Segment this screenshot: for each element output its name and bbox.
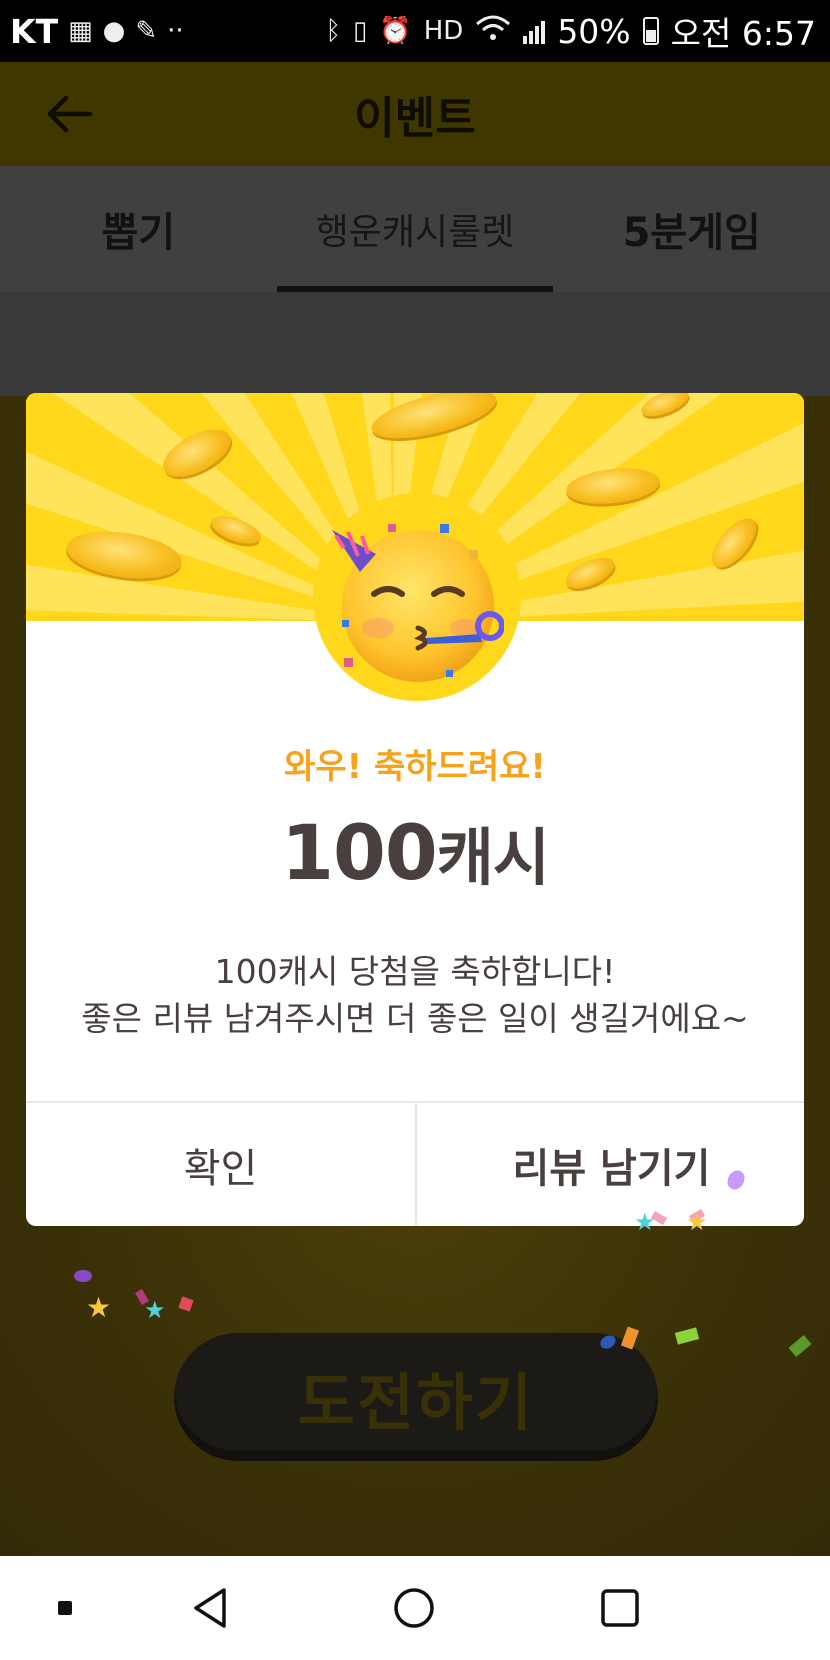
message-line: 100캐시 당첨을 축하합니다! bbox=[214, 952, 616, 991]
status-bar: KT ▦ ● ✎ ·· ᛒ ▯ ⏰ HD 50% 오전 6:57 bbox=[0, 0, 830, 62]
congrats-heading: 와우! 축하드려요! bbox=[284, 747, 546, 787]
confirm-button[interactable]: 확인 bbox=[26, 1103, 415, 1226]
tab-draw[interactable]: 뽑기 bbox=[0, 166, 277, 292]
confetti-piece bbox=[74, 1270, 92, 1282]
app-bar: 이벤트 bbox=[0, 62, 830, 166]
signal-icon bbox=[523, 18, 546, 44]
notification-icon: ▦ bbox=[68, 16, 93, 46]
confetti-piece: ★ bbox=[144, 1296, 166, 1324]
recent-apps-small-button[interactable] bbox=[15, 1556, 115, 1660]
page-title: 이벤트 bbox=[354, 93, 476, 144]
tab-label: 행운캐시룰렛 bbox=[315, 212, 515, 253]
message-line: 좋은 리뷰 남겨주시면 더 좋은 일이 생길거에요~ bbox=[81, 999, 749, 1038]
tab-label: 5분게임 bbox=[622, 210, 761, 256]
party-face-icon bbox=[332, 524, 504, 682]
back-button[interactable] bbox=[40, 84, 100, 144]
back-nav-button[interactable] bbox=[160, 1556, 260, 1660]
carrier-label: KT bbox=[10, 11, 59, 51]
confetti-piece: ★ bbox=[86, 1291, 112, 1324]
bluetooth-icon: ᛒ bbox=[325, 16, 342, 46]
more-notifications-icon: ·· bbox=[167, 16, 184, 46]
square-recents-icon bbox=[601, 1589, 639, 1627]
tab-lucky-roulette[interactable]: 행운캐시룰렛 bbox=[276, 166, 554, 292]
recents-nav-button[interactable] bbox=[570, 1556, 670, 1660]
vibrate-icon: ▯ bbox=[353, 16, 368, 46]
home-nav-button[interactable] bbox=[364, 1556, 464, 1660]
confetti-piece: ★ bbox=[686, 1208, 708, 1236]
square-dot-icon bbox=[58, 1601, 72, 1615]
tab-five-minute-game[interactable]: 5분게임 bbox=[553, 166, 830, 292]
challenge-label: 도전하기 bbox=[297, 1366, 535, 1439]
tab-bar: 뽑기 행운캐시룰렛 5분게임 bbox=[0, 166, 830, 293]
circle-home-icon bbox=[394, 1588, 434, 1628]
alarm-icon: ⏰ bbox=[379, 16, 412, 46]
hd-icon: HD bbox=[423, 16, 464, 46]
sub-banner bbox=[0, 292, 830, 396]
battery-icon bbox=[642, 17, 659, 45]
wifi-icon bbox=[475, 14, 511, 49]
challenge-button[interactable]: 도전하기 bbox=[174, 1333, 658, 1461]
prize-number: 100 bbox=[281, 808, 438, 897]
prize-message: 100캐시 당첨을 축하합니다! 좋은 리뷰 남겨주시면 더 좋은 일이 생길거… bbox=[26, 948, 804, 1042]
clock: 오전 6:57 bbox=[670, 14, 816, 53]
arrow-left-icon bbox=[47, 95, 93, 133]
app-icon: ✎ bbox=[135, 16, 158, 46]
prize-unit: 캐시 bbox=[436, 821, 550, 894]
leave-review-button[interactable]: 리뷰 남기기 bbox=[417, 1103, 804, 1226]
reward-dialog: 와우! 축하드려요! 100캐시 100캐시 당첨을 축하합니다! 좋은 리뷰 … bbox=[26, 393, 804, 1226]
battery-percent: 50% bbox=[557, 11, 631, 51]
system-nav-bar bbox=[0, 1556, 830, 1660]
confetti-piece: ★ bbox=[634, 1208, 656, 1236]
tab-label: 뽑기 bbox=[101, 210, 176, 256]
prize-amount: 100캐시 bbox=[26, 807, 804, 897]
triangle-back-icon bbox=[194, 1588, 226, 1628]
chat-icon: ● bbox=[102, 16, 126, 46]
